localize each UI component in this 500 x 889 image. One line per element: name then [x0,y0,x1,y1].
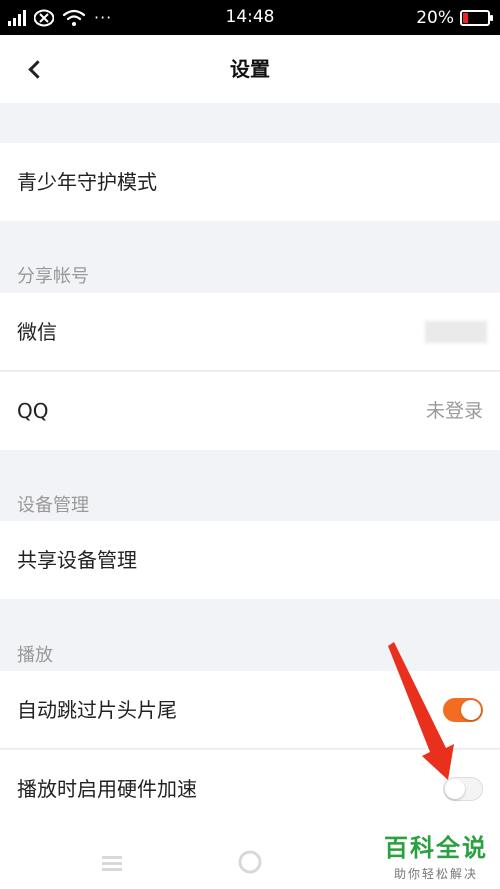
auto-skip-toggle[interactable] [443,698,483,722]
nav-bar: 设置 [0,35,500,103]
watermark-logo: 百科全说 助你轻松解决 [384,828,488,882]
row-label: 自动跳过片头片尾 [17,698,177,722]
row-qq[interactable]: QQ 未登录 [0,372,500,450]
row-auto-skip: 自动跳过片头片尾 [0,671,500,749]
row-label: 共享设备管理 [17,548,137,572]
divider [0,748,500,749]
watermark-subtitle: 助你轻松解决 [393,867,478,881]
hardware-acceleration-toggle[interactable] [443,777,483,801]
row-hardware-acceleration: 播放时启用硬件加速 [0,750,500,828]
battery-level [463,12,469,23]
qq-login-status: 未登录 [425,400,483,422]
compass-icon [238,850,262,874]
row-label: 播放时启用硬件加速 [17,777,197,801]
section-header-playback: 播放 [17,645,53,666]
status-right: 20% [416,0,493,35]
page-title: 设置 [230,57,270,81]
divider [0,370,500,371]
row-shared-device-management[interactable]: 共享设备管理 [0,521,500,599]
section-header-share-account: 分享帐号 [17,266,89,287]
menu-icon [102,856,122,871]
toggle-knob [461,700,481,720]
row-youth-mode[interactable]: 青少年守护模式 [0,143,500,221]
status-bar: ··· 14:48 20% [0,0,500,35]
row-label: 微信 [17,320,57,344]
row-label: QQ [17,399,49,423]
row-wechat[interactable]: 微信 [0,293,500,371]
toggle-knob [445,779,465,799]
watermark-title: 百科全说 [384,834,488,862]
battery-percent: 20% [416,7,454,28]
battery-icon [460,9,493,26]
section-header-device-management: 设备管理 [17,495,89,516]
blurred-account-name [425,321,487,343]
row-label: 青少年守护模式 [17,170,157,194]
